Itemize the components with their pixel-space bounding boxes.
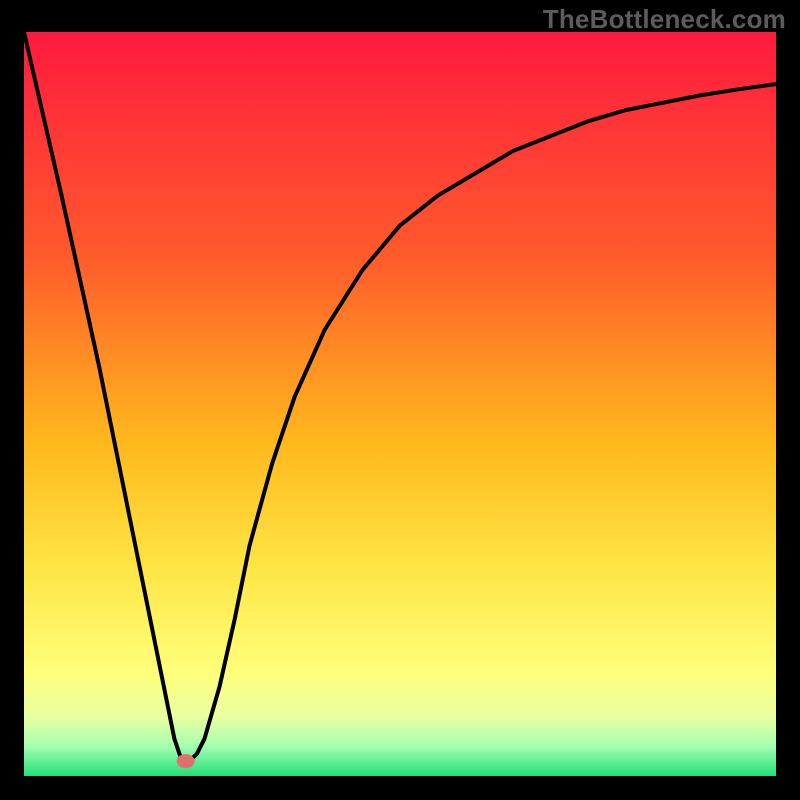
chart-svg — [24, 32, 776, 776]
highlight-marker — [177, 754, 195, 768]
watermark-text: TheBottleneck.com — [543, 4, 786, 35]
plot-background — [24, 32, 776, 776]
figure-frame: TheBottleneck.com — [0, 0, 800, 800]
plot-area — [24, 32, 776, 776]
